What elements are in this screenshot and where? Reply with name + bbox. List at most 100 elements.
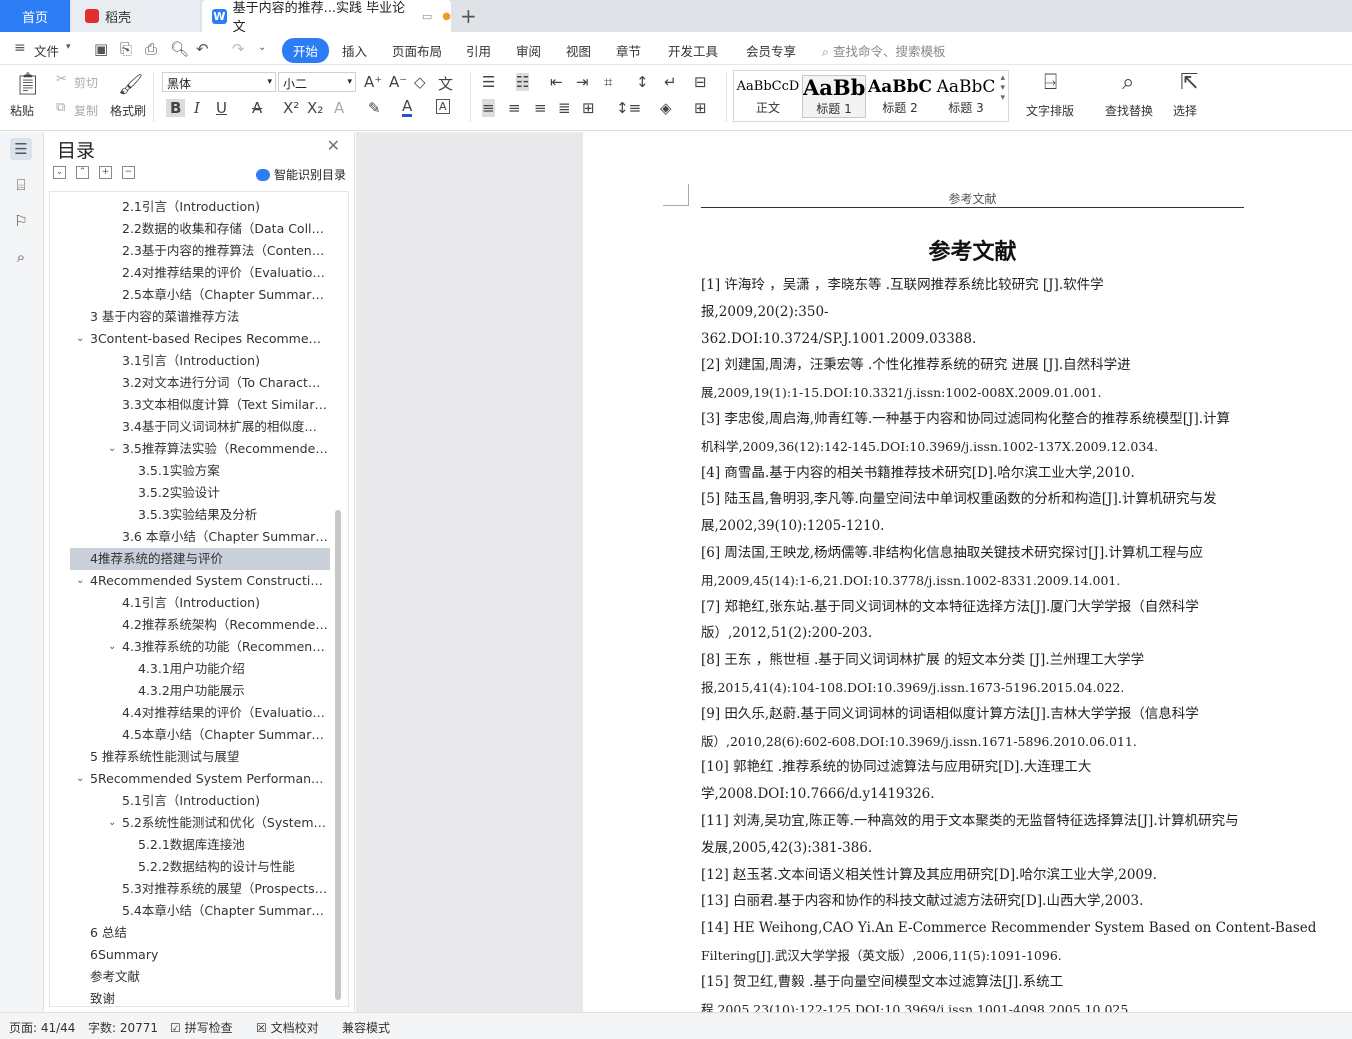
chevron-down-icon[interactable]: ⌄	[108, 812, 116, 834]
hamburger-icon[interactable]: ≡	[14, 40, 26, 56]
find-replace-icon[interactable]: ⌕	[1122, 70, 1134, 95]
strikethrough-icon[interactable]: A	[252, 99, 262, 117]
menu-layout[interactable]: 页面布局	[392, 41, 442, 60]
bullet-list-icon[interactable]: ☰	[482, 73, 495, 91]
superscript-icon[interactable]: X²	[283, 99, 299, 117]
toc-item[interactable]: 3.6 本章小结（Chapter Summary）	[50, 526, 328, 548]
command-search[interactable]: ⌕ 查找命令、搜索模板	[822, 41, 946, 60]
font-size-select[interactable]: 小二 ▾	[278, 72, 356, 92]
font-family-select[interactable]: 黑体 ▾	[162, 72, 276, 92]
style-normal[interactable]: AaBbCcD 正文	[736, 75, 800, 116]
search-icon[interactable]: ⌕	[10, 246, 32, 268]
format-painter-icon[interactable]: 🖌︎	[118, 72, 143, 96]
format-painter-button[interactable]: 格式刷	[110, 102, 146, 119]
chevron-down-icon[interactable]: ▾	[66, 42, 71, 52]
customize-icon[interactable]: ⌄	[258, 42, 266, 53]
menu-start[interactable]: 开始	[282, 38, 330, 63]
toc-item[interactable]: 4.5本章小结（Chapter Summary）	[50, 724, 328, 746]
justify-icon[interactable]: ≣	[558, 99, 571, 117]
toc-item[interactable]: 3.5.2实验设计	[50, 482, 328, 504]
toc-item[interactable]: 3.5.1实验方案	[50, 460, 328, 482]
align-left-icon[interactable]: ≡	[482, 99, 495, 117]
paste-icon[interactable]: 📋︎	[14, 72, 42, 97]
shrink-font-icon[interactable]: A⁻	[389, 73, 407, 91]
toc-item[interactable]: 6 总结	[50, 922, 328, 944]
cut-icon[interactable]: ✂	[56, 72, 67, 87]
toc-item[interactable]: 2.4对推荐结果的评价（Evaluation of Results）	[50, 262, 328, 284]
toc-item[interactable]: 4.3.2用户功能展示	[50, 680, 328, 702]
chevron-down-icon[interactable]: ⌄	[108, 636, 116, 658]
toc-panel-icon[interactable]: ☰	[10, 138, 32, 160]
close-icon[interactable]: ✕	[327, 136, 340, 155]
toc-item[interactable]: ⌄ 5Recommended System Performance Test	[50, 768, 328, 790]
new-tab-icon[interactable]: +	[460, 4, 477, 28]
word-count[interactable]: 字数: 20771	[88, 1019, 158, 1036]
toc-item[interactable]: 3.2对文本进行分词（To Character Segmentation）	[50, 372, 328, 394]
tab-stops-icon[interactable]: ⊟	[694, 73, 707, 91]
toc-item[interactable]: 致谢	[50, 988, 328, 1006]
toc-item[interactable]: 4.1引言（Introduction)	[50, 592, 328, 614]
underline-icon[interactable]: U	[216, 99, 227, 117]
toc-item[interactable]: ⌄ 3Content-based Recipes Recommendation	[50, 328, 328, 350]
window-icon[interactable]: ▭	[422, 10, 432, 23]
text-effect-icon[interactable]: A	[334, 99, 344, 117]
grow-font-icon[interactable]: A⁺	[364, 73, 382, 91]
cut-button[interactable]: 剪切	[74, 74, 98, 91]
smart-toc-button[interactable]: 智能识别目录	[255, 166, 346, 183]
increase-indent-icon[interactable]: ⇥	[576, 73, 589, 91]
doc-proof-toggle[interactable]: ☒ 文档校对	[256, 1019, 319, 1036]
align-center-icon[interactable]: ≡	[508, 99, 521, 117]
chevron-down-icon[interactable]: ⌄	[76, 570, 84, 592]
toc-item[interactable]: ⌄ 3.5推荐算法实验（Recommended Algorithm Experim…	[50, 438, 328, 460]
toc-item[interactable]: 5.2.1数据库连接池	[50, 834, 328, 856]
chinese-layout-icon[interactable]: ⌗	[604, 73, 612, 91]
bold-icon[interactable]: B	[166, 99, 186, 117]
copy-button[interactable]: 复制	[74, 102, 98, 119]
toc-item[interactable]: 4推荐系统的搭建与评价	[70, 548, 330, 570]
copy-icon[interactable]: ⧉	[56, 100, 65, 115]
toc-item[interactable]: 5.3对推荐系统的展望（Prospects of System）	[50, 878, 328, 900]
subscript-icon[interactable]: X₂	[307, 99, 323, 117]
text-layout-icon[interactable]: ⍈	[1044, 70, 1057, 95]
toc-item[interactable]: 2.5本章小结（Chapter Summary）	[50, 284, 328, 306]
styles-scroll-icon[interactable]: ▴ ▾ ▾	[1000, 73, 1005, 103]
chapter-nav-icon[interactable]: ⌸	[10, 174, 32, 196]
document-page[interactable]: 参考文献 参考文献 [1] 许海玲 ，吴潇 ，李晓东等 .互联网推荐系统比较研究…	[583, 132, 1352, 1012]
char-border-icon[interactable]: A	[436, 99, 450, 114]
toc-item[interactable]: 4.4对推荐结果的评价（Evaluation of Results）	[50, 702, 328, 724]
menu-reference[interactable]: 引用	[466, 41, 491, 60]
tab-daoke[interactable]: 稻壳	[71, 0, 200, 32]
menu-section[interactable]: 章节	[616, 41, 641, 60]
menu-file[interactable]: 文件	[34, 41, 59, 60]
undo-icon[interactable]: ↶	[196, 40, 209, 58]
paste-button[interactable]: 粘贴	[10, 102, 34, 119]
toc-item[interactable]: 3.5.3实验结果及分析	[50, 504, 328, 526]
style-heading-2[interactable]: AaBbC 标题 2	[868, 75, 932, 116]
toc-item[interactable]: 3 基于内容的菜谱推荐方法	[50, 306, 328, 328]
toc-item[interactable]: 3.1引言（Introduction)	[50, 350, 328, 372]
expand-all-icon[interactable]: +	[99, 166, 112, 179]
menu-developer[interactable]: 开发工具	[668, 41, 718, 60]
toc-item[interactable]: 2.3基于内容的推荐算法（Content Based Recommendatio…	[50, 240, 328, 262]
style-heading-1[interactable]: AaBb 标题 1	[802, 75, 866, 118]
export-icon[interactable]: ⎘	[120, 40, 132, 58]
tab-document[interactable]: W 基于内容的推荐...实践 毕业论文 ▭ ●	[202, 0, 451, 35]
chevron-down-icon[interactable]: ⌄	[76, 768, 84, 790]
print-icon[interactable]: ⎙	[145, 40, 157, 58]
chevron-down-icon[interactable]: ⌄	[76, 328, 84, 350]
toc-item[interactable]: 4.2推荐系统架构（Recommended System Architectur…	[50, 614, 328, 636]
style-heading-3[interactable]: AaBbC 标题 3	[934, 75, 998, 116]
save-icon[interactable]: ▣	[94, 40, 108, 58]
align-right-icon[interactable]: ≡	[534, 99, 547, 117]
distributed-icon[interactable]: ⊞	[582, 99, 595, 117]
select-cursor-icon[interactable]: ⇱	[1180, 70, 1198, 95]
menu-view[interactable]: 视图	[566, 41, 591, 60]
collapse-all-icon[interactable]: −	[122, 166, 135, 179]
menu-member[interactable]: 会员专享	[746, 41, 796, 60]
shading-icon[interactable]: ◈	[660, 99, 672, 117]
toc-scrollbar[interactable]	[335, 510, 341, 1000]
redo-icon[interactable]: ↷	[232, 40, 245, 58]
line-spacing-icon[interactable]: ↕≡	[616, 99, 641, 117]
expand-level-icon[interactable]: ⌃	[76, 166, 89, 179]
toc-item[interactable]: 2.2数据的收集和存储（Data Collection and Storage）	[50, 218, 328, 240]
